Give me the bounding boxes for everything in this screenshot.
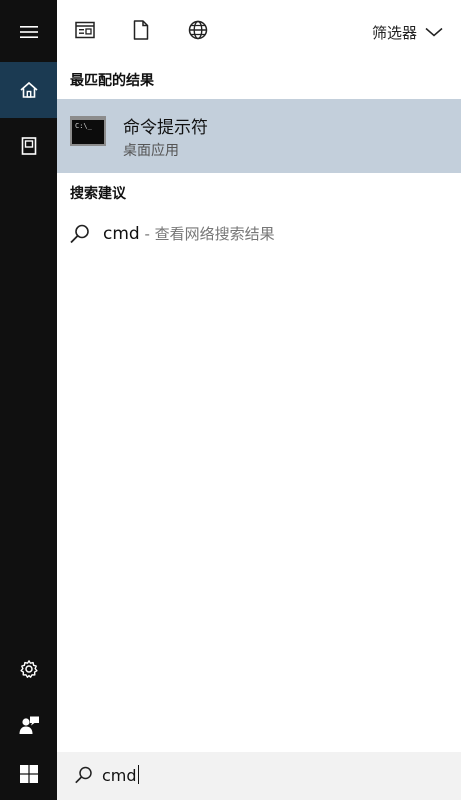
search-suggestions-heading: 搜索建议 xyxy=(70,186,126,202)
web-globe-icon xyxy=(188,20,208,44)
filter-dropdown[interactable]: 筛选器 xyxy=(372,20,443,44)
hamburger-menu-icon xyxy=(19,24,39,40)
search-input[interactable]: cmd xyxy=(102,765,139,785)
command-prompt-icon: C:\_ xyxy=(70,116,106,146)
search-box[interactable]: cmd xyxy=(57,752,461,800)
filter-label: 筛选器 xyxy=(371,23,417,42)
document-icon xyxy=(133,20,149,44)
chevron-down-icon xyxy=(425,23,443,41)
best-match-heading: 最匹配的结果 xyxy=(70,73,154,89)
sidebar-item-documents[interactable] xyxy=(0,118,57,174)
suggestion-hint: - 查看网络搜索结果 xyxy=(139,225,275,243)
web-scope-button[interactable] xyxy=(186,20,210,44)
list-item[interactable]: cmd - 查看网络搜索结果 xyxy=(57,216,461,252)
search-icon xyxy=(69,223,91,249)
windows-logo-icon xyxy=(19,764,39,788)
sidebar-item-settings[interactable] xyxy=(0,641,57,697)
settings-gear-icon xyxy=(19,659,39,679)
home-icon xyxy=(19,80,39,100)
start-sidebar xyxy=(0,0,57,800)
documents-scope-button[interactable] xyxy=(129,20,153,44)
user-feedback-icon xyxy=(18,715,40,735)
text-caret xyxy=(137,765,139,784)
search-results-panel: 筛选器 最匹配的结果 C:\_ 命令提示符 桌面应用 搜索建议 cmd - 查看… xyxy=(57,0,461,800)
app-type: 桌面应用 xyxy=(123,143,179,159)
menu-button[interactable] xyxy=(0,4,57,60)
sidebar-item-home[interactable] xyxy=(0,62,57,118)
start-button[interactable] xyxy=(0,752,57,800)
suggestion-query: cmd xyxy=(103,224,140,244)
sidebar-item-feedback[interactable] xyxy=(0,697,57,753)
search-scope-toolbar: 筛选器 xyxy=(57,0,461,64)
apps-scope-button[interactable] xyxy=(73,20,97,44)
best-match-result[interactable]: C:\_ 命令提示符 桌面应用 xyxy=(57,99,461,173)
search-icon xyxy=(74,765,94,789)
app-name: 命令提示符 xyxy=(123,118,208,138)
apps-window-icon xyxy=(75,21,95,43)
document-collection-icon xyxy=(19,136,39,156)
